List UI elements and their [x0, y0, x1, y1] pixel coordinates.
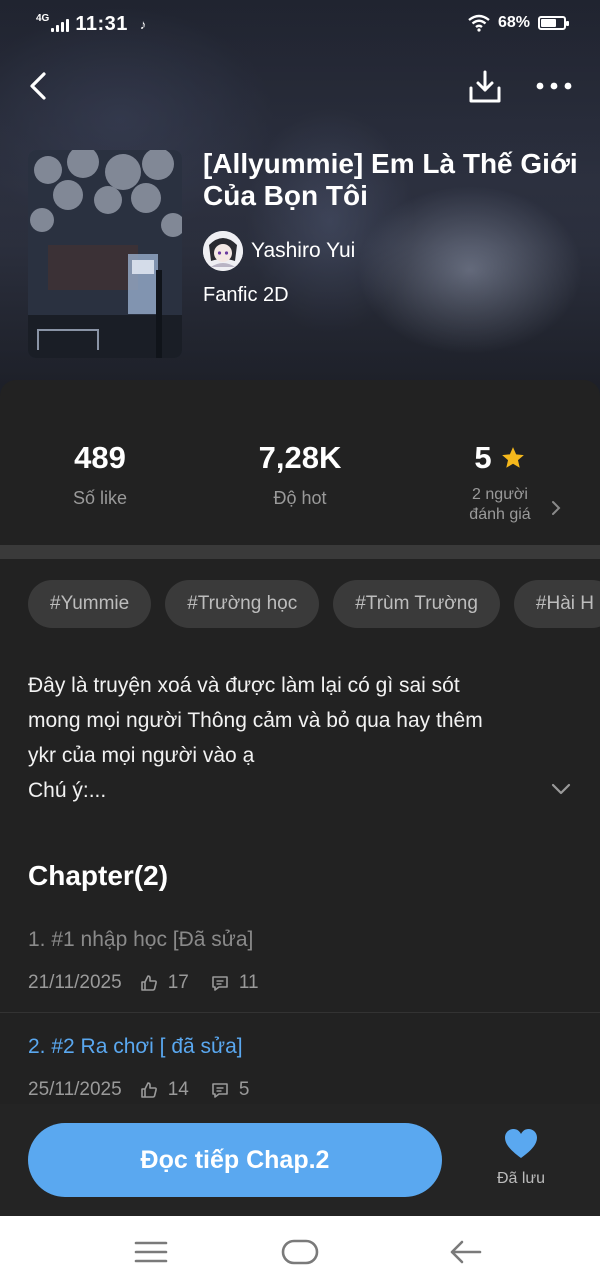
description[interactable]: Đây là truyện xoá và được làm lại có gì … — [28, 668, 558, 808]
chapter-date: 25/11/2025 — [28, 1079, 122, 1100]
genre-label[interactable]: Fanfic 2D — [203, 284, 289, 307]
section-divider — [0, 545, 600, 559]
chapter-meta: 21/11/2025 17 11 — [28, 972, 588, 994]
top-bar — [0, 62, 600, 110]
tag-chip[interactable]: #Trường học — [165, 580, 320, 628]
chapter-item[interactable]: 2. #2 Ra chơi [ đã sửa] 25/11/2025 14 5 — [28, 1035, 588, 1101]
details-panel: 489 Số like 7,28K Độ hot 5 2 người đánh … — [0, 380, 600, 1120]
stat-hot: 7,28K Độ hot — [200, 440, 400, 509]
hot-label: Độ hot — [273, 488, 327, 508]
more-icon[interactable] — [532, 68, 576, 104]
stats-row: 489 Số like 7,28K Độ hot 5 2 người đánh … — [0, 380, 600, 545]
download-icon[interactable] — [466, 68, 504, 106]
signal-icon — [51, 18, 70, 32]
rating-label: 2 người đánh giá — [400, 485, 600, 525]
author-name[interactable]: Yashiro Yui — [251, 239, 355, 263]
star-icon — [501, 447, 524, 468]
home-icon[interactable] — [280, 1238, 320, 1266]
chapter-likes: 14 — [167, 1079, 189, 1100]
book-cover[interactable] — [28, 150, 182, 358]
description-line: Chú ý:... — [28, 779, 107, 802]
stat-rating[interactable]: 5 2 người đánh giá — [400, 440, 600, 525]
tag-chip[interactable]: #Hài H — [513, 580, 600, 628]
description-line: ykr của mọi người vào ạ — [28, 744, 255, 767]
clock: 11:31 — [75, 13, 128, 35]
continue-reading-button[interactable]: Đọc tiếp Chap.2 — [28, 1123, 442, 1197]
chevron-down-icon[interactable] — [550, 782, 572, 796]
chapter-header: Chapter(2) — [28, 860, 169, 891]
hot-value: 7,28K — [258, 440, 342, 475]
status-bar: 4G 11:31 ♪ 68% — [0, 0, 600, 50]
rating-label-line2: đánh giá — [469, 506, 531, 523]
network-type: 4G — [36, 13, 50, 24]
tiktok-icon: ♪ — [139, 17, 147, 32]
chapter-comments: 5 — [238, 1079, 250, 1100]
likes-value: 489 — [74, 440, 126, 475]
stat-likes: 489 Số like — [0, 440, 200, 509]
tag-chip[interactable]: #Trùm Trường — [333, 580, 500, 628]
tag-chip[interactable]: #Yummie — [28, 580, 152, 628]
nav-back-icon[interactable] — [448, 1238, 482, 1266]
wifi-icon — [468, 14, 490, 32]
chevron-right-icon[interactable] — [550, 500, 562, 516]
saved-button[interactable]: Đã lưu — [486, 1128, 556, 1198]
chapter-likes: 17 — [167, 972, 189, 993]
action-bar: Đọc tiếp Chap.2 Đã lưu — [0, 1104, 600, 1216]
battery-icon — [538, 16, 569, 30]
rating-label-line1: 2 người — [472, 486, 528, 503]
author-avatar[interactable] — [203, 231, 243, 271]
back-icon[interactable] — [22, 68, 58, 104]
rating-value-group: 5 — [400, 440, 600, 476]
chapter-title[interactable]: 2. #2 Ra chơi [ đã sửa] — [28, 1035, 588, 1059]
saved-label: Đã lưu — [496, 1170, 546, 1187]
system-nav-bar — [0, 1216, 600, 1287]
comment-icon — [212, 1083, 228, 1098]
book-title: [Allyummie] Em Là Thế Giới Của Bọn Tôi — [203, 148, 578, 211]
thumbs-up-icon — [140, 975, 157, 991]
thumbs-up-icon — [140, 1082, 157, 1098]
chapter-date: 21/11/2025 — [28, 972, 122, 993]
comment-icon — [212, 976, 228, 991]
chapter-meta: 25/11/2025 14 5 — [28, 1079, 588, 1101]
chapter-divider — [0, 1012, 600, 1013]
heart-icon — [505, 1129, 537, 1158]
chapter-comments: 11 — [238, 972, 259, 993]
chapter-item[interactable]: 1. #1 nhập học [Đã sửa] 21/11/2025 17 11 — [28, 928, 588, 994]
tag-list: #Yummie #Trường học #Trùm Trường #Hài H — [28, 580, 600, 628]
rating-value: 5 — [474, 440, 492, 475]
author[interactable]: Yashiro Yui — [203, 231, 355, 271]
chapter-title[interactable]: 1. #1 nhập học [Đã sửa] — [28, 928, 588, 952]
recent-apps-icon[interactable] — [134, 1240, 168, 1264]
description-line: mong mọi người Thông cảm và bỏ qua hay t… — [28, 709, 483, 732]
description-line: Đây là truyện xoá và được làm lại có gì … — [28, 674, 460, 697]
battery-percent: 68% — [497, 14, 530, 31]
likes-label: Số like — [72, 488, 128, 508]
